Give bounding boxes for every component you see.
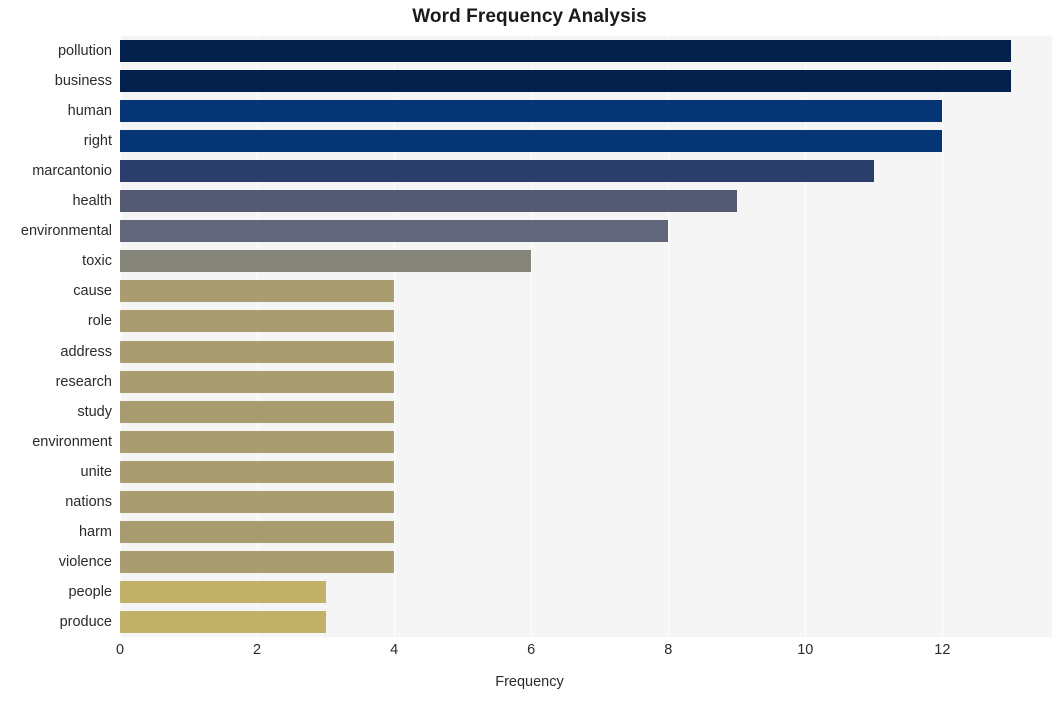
bar-row[interactable]: [120, 607, 1052, 637]
x-tick-label: 4: [390, 642, 399, 658]
bar-row[interactable]: [120, 427, 1052, 457]
bar-row[interactable]: [120, 96, 1052, 126]
bar[interactable]: [120, 430, 395, 453]
bar[interactable]: [120, 250, 532, 273]
x-tick-label: 10: [797, 642, 814, 658]
bar[interactable]: [120, 190, 737, 213]
y-tick-label: produce: [59, 613, 112, 630]
bar-row[interactable]: [120, 186, 1052, 216]
x-axis-label: Frequency: [495, 674, 564, 690]
y-axis-labels: pollution business human right marcantonio he…: [0, 36, 120, 637]
y-tick-label: study: [77, 403, 112, 420]
bar[interactable]: [120, 370, 395, 393]
y-tick-label: unite: [80, 463, 112, 480]
bar-row[interactable]: [120, 156, 1052, 186]
bar[interactable]: [120, 550, 395, 573]
bar[interactable]: [120, 460, 395, 483]
bar[interactable]: [120, 310, 395, 333]
bar-row[interactable]: [120, 517, 1052, 547]
bar[interactable]: [120, 70, 1011, 93]
bar[interactable]: [120, 580, 326, 603]
y-tick-label: people: [68, 583, 112, 600]
bar-row[interactable]: [120, 246, 1052, 276]
bar-row[interactable]: [120, 337, 1052, 367]
bar[interactable]: [120, 400, 395, 423]
y-tick-label: harm: [78, 523, 112, 540]
bar-row[interactable]: [120, 36, 1052, 66]
bar-row[interactable]: [120, 397, 1052, 427]
y-tick-label: cause: [73, 283, 112, 300]
x-tick-label: 6: [527, 642, 536, 658]
word-frequency-bar-chart: Word Frequency Analysis pollution busines…: [0, 0, 1059, 701]
bar-row[interactable]: [120, 367, 1052, 397]
bar-row[interactable]: [120, 66, 1052, 96]
y-tick-label: toxic: [82, 253, 112, 270]
y-tick-label: address: [60, 343, 112, 360]
y-tick-label: nations: [65, 493, 112, 510]
bar-row[interactable]: [120, 216, 1052, 246]
y-tick-label: environment: [32, 433, 112, 450]
bar-row[interactable]: [120, 457, 1052, 487]
bar[interactable]: [120, 340, 395, 363]
y-tick-label: health: [72, 193, 112, 210]
chart-title: Word Frequency Analysis: [412, 6, 647, 27]
bar-row[interactable]: [120, 577, 1052, 607]
y-tick-label: environmental: [20, 223, 112, 240]
y-tick-label: role: [87, 313, 112, 330]
y-tick-label: business: [54, 73, 112, 90]
y-tick-label: marcantonio: [32, 163, 112, 180]
bar[interactable]: [120, 160, 874, 183]
bar[interactable]: [120, 610, 326, 633]
bar-row[interactable]: [120, 126, 1052, 156]
x-tick-label: 12: [934, 642, 951, 658]
bar-row[interactable]: [120, 547, 1052, 577]
bar[interactable]: [120, 490, 395, 513]
y-tick-label: research: [55, 373, 112, 390]
y-tick-label: right: [83, 133, 112, 150]
bar[interactable]: [120, 130, 943, 153]
bar[interactable]: [120, 520, 395, 543]
bar[interactable]: [120, 280, 395, 303]
bar[interactable]: [120, 100, 943, 123]
bar-row[interactable]: [120, 306, 1052, 336]
y-tick-label: human: [67, 103, 112, 120]
plot-area: [120, 36, 1052, 637]
bar[interactable]: [120, 220, 669, 243]
x-tick-label: 2: [253, 642, 262, 658]
bar[interactable]: [120, 40, 1011, 63]
bar-row[interactable]: [120, 276, 1052, 306]
x-tick-label: 8: [664, 642, 673, 658]
y-tick-label: violence: [58, 553, 112, 570]
y-tick-label: pollution: [57, 43, 112, 59]
x-tick-label: 0: [115, 642, 125, 658]
bar-row[interactable]: [120, 487, 1052, 517]
